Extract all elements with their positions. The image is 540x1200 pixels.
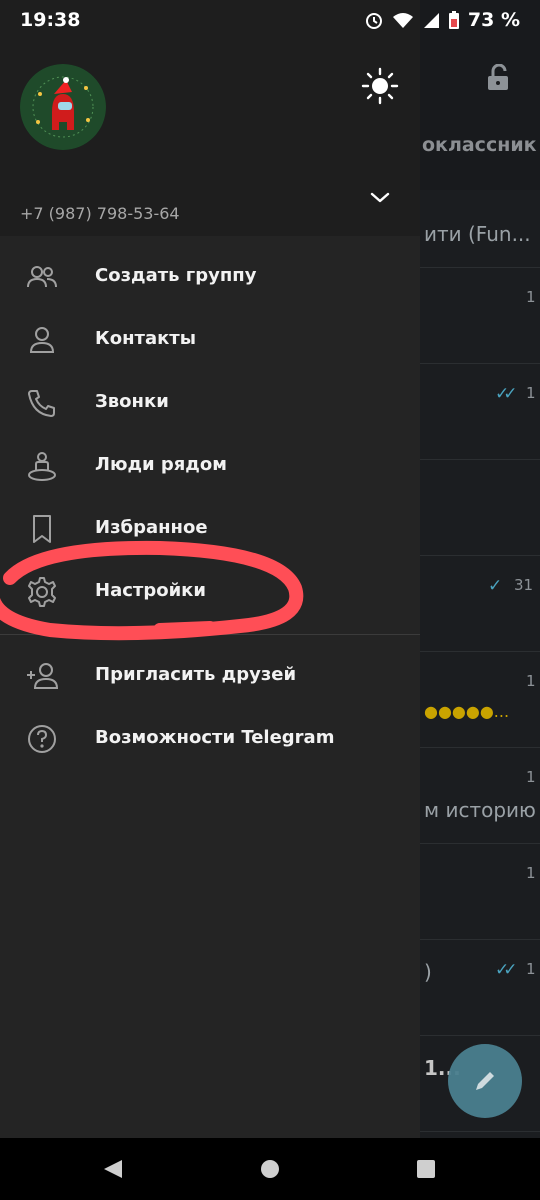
- chat-row[interactable]: ✓✓ 1 ): [420, 940, 540, 1036]
- menu-item-label: Пригласить друзей: [95, 664, 297, 685]
- chat-row-time: 1: [526, 768, 536, 786]
- chat-row[interactable]: ✓ 31: [420, 556, 540, 652]
- menu-divider: [0, 634, 420, 635]
- chat-row-emoji: ●●●●●...: [424, 702, 510, 721]
- wifi-icon: [392, 13, 413, 28]
- account-phone: +7 (987) 798-53-64: [20, 204, 180, 223]
- gear-icon: [25, 575, 59, 609]
- menu-item-telegram-features[interactable]: Возможности Telegram: [0, 708, 420, 771]
- home-icon: [261, 1160, 279, 1178]
- chat-row-time: 1: [526, 960, 536, 978]
- chat-row[interactable]: 1 ●●●●●...: [420, 652, 540, 748]
- chevron-down-icon[interactable]: [368, 186, 392, 210]
- chat-row-text: м историю н: [424, 798, 540, 822]
- phone-icon: [25, 386, 59, 420]
- chat-row-time: 1: [526, 384, 536, 402]
- system-navigation-bar: [0, 1138, 540, 1200]
- contact-icon: [25, 323, 59, 357]
- chat-title-partial: оклассник: [422, 134, 537, 156]
- status-icons: 73 %: [364, 9, 520, 31]
- menu-item-settings[interactable]: Настройки: [0, 561, 420, 624]
- chat-row-time: 31: [514, 576, 534, 594]
- double-check-icon: ✓✓: [495, 384, 517, 404]
- menu-item-label: Контакты: [95, 328, 197, 349]
- chat-row-time: 1: [526, 672, 536, 690]
- chat-row-text: ): [424, 960, 432, 984]
- menu-item-label: Создать группу: [95, 265, 257, 286]
- chat-row[interactable]: ✓✓ 1: [420, 364, 540, 460]
- navigation-drawer: +7 (987) 798-53-64 Создать группу Контак…: [0, 0, 420, 1138]
- menu-item-calls[interactable]: Звонки: [0, 372, 420, 435]
- chat-row[interactable]: [420, 460, 540, 556]
- menu-item-label: Настройки: [95, 580, 207, 601]
- theme-toggle-icon[interactable]: [360, 66, 400, 106]
- chat-row-text: ити (Fun...: [424, 222, 531, 246]
- recents-button[interactable]: [411, 1154, 441, 1184]
- menu-item-people-nearby[interactable]: Люди рядом: [0, 435, 420, 498]
- menu-item-new-group[interactable]: Создать группу: [0, 246, 420, 309]
- signal-icon: [423, 13, 439, 28]
- menu-item-label: Избранное: [95, 517, 208, 538]
- menu-item-label: Возможности Telegram: [95, 727, 335, 748]
- pencil-icon: [476, 1072, 494, 1090]
- chat-rows: ити (Fun... 1 ✓✓ 1 ✓ 31 1 ●●●●●... 1 м и…: [420, 172, 540, 1132]
- lock-icon[interactable]: [486, 64, 512, 92]
- menu-item-invite-friends[interactable]: Пригласить друзей: [0, 645, 420, 708]
- menu-item-saved[interactable]: Избранное: [0, 498, 420, 561]
- telegram-screen: оклассник ити (Fun... 1 ✓✓ 1 ✓ 31 1 ●●●●…: [0, 0, 540, 1200]
- help-icon: [25, 722, 59, 756]
- battery-icon: [448, 11, 459, 29]
- chat-row[interactable]: 1: [420, 268, 540, 364]
- recents-icon: [417, 1160, 435, 1178]
- back-icon: [104, 1160, 122, 1178]
- add-person-icon: [25, 659, 59, 693]
- menu-item-label: Люди рядом: [95, 454, 227, 475]
- status-bar: 19:38 73 %: [0, 0, 540, 46]
- chat-row-time: 1: [526, 288, 536, 306]
- menu-item-contacts[interactable]: Контакты: [0, 309, 420, 372]
- double-check-icon: ✓✓: [495, 960, 517, 980]
- home-button[interactable]: [255, 1154, 285, 1184]
- group-icon: [25, 260, 59, 294]
- compose-button[interactable]: [448, 1044, 522, 1118]
- menu-item-label: Звонки: [95, 391, 169, 412]
- back-button[interactable]: [98, 1154, 128, 1184]
- chat-row-time: 1: [526, 864, 536, 882]
- bookmark-icon: [25, 512, 59, 546]
- status-time: 19:38: [20, 9, 81, 31]
- people-nearby-icon: [25, 449, 59, 483]
- battery-percent: 73 %: [467, 9, 520, 31]
- check-icon: ✓: [488, 576, 502, 596]
- drawer-menu: Создать группу Контакты Звонки Люди рядо…: [0, 246, 420, 771]
- avatar[interactable]: [20, 64, 106, 150]
- chat-row[interactable]: ити (Fun...: [420, 172, 540, 268]
- alarm-icon: [365, 13, 382, 29]
- avatar-image: [20, 64, 106, 150]
- chat-row[interactable]: 1 м историю н: [420, 748, 540, 844]
- chat-row[interactable]: 1: [420, 844, 540, 940]
